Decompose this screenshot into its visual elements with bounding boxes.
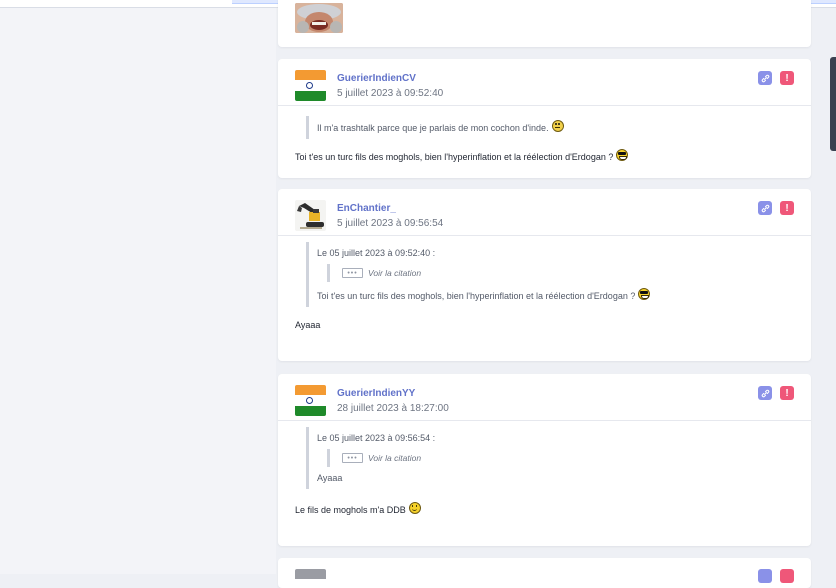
link-icon (761, 389, 769, 397)
report-button[interactable]: ! (780, 201, 794, 215)
post-card: EnChantier_ 5 juillet 2023 à 09:56:54 ! … (278, 189, 811, 361)
laughing-face-avatar-icon (295, 3, 343, 33)
avatar[interactable] (295, 385, 326, 416)
collapsed-quote[interactable]: ••• Voir la citation (327, 449, 811, 467)
report-button[interactable]: ! (780, 386, 794, 400)
happy-smiley-icon (408, 502, 421, 514)
india-flag-icon (295, 70, 326, 101)
exclamation-icon: ! (785, 72, 789, 84)
avatar[interactable] (295, 569, 326, 579)
sunglasses-smiley-icon (638, 288, 651, 300)
permalink-button[interactable] (758, 569, 772, 583)
quote-block: Le 05 juillet 2023 à 09:56:54 : ••• Voir… (306, 427, 811, 489)
post-message: Toi t'es un turc fils des moghols, bien … (295, 152, 614, 162)
voir-citation-link[interactable]: Voir la citation (368, 268, 421, 278)
avatar[interactable] (295, 3, 343, 33)
post-card: GuerierIndienYY 28 juillet 2023 à 18:27:… (278, 374, 811, 546)
avatar[interactable] (295, 200, 326, 231)
quote-text: Ayaaa (317, 473, 343, 483)
post-body: Il m'a trashtalk parce que je parlais de… (278, 106, 811, 162)
left-side-pane (0, 8, 276, 574)
link-icon (761, 204, 769, 212)
post-date[interactable]: 5 juillet 2023 à 09:52:40 (337, 88, 443, 99)
permalink-button[interactable] (758, 201, 772, 215)
quote-header: Le 05 juillet 2023 à 09:56:54 : (317, 433, 436, 443)
post-author[interactable]: GuerierIndienCV (337, 73, 416, 84)
sunglasses-smiley-icon (616, 149, 629, 161)
quote-block: Il m'a trashtalk parce que je parlais de… (306, 116, 811, 139)
voir-citation-link[interactable]: Voir la citation (368, 453, 421, 463)
scrollbar-thumb[interactable] (830, 57, 836, 151)
post-card: GuerierIndienCV 5 juillet 2023 à 09:52:4… (278, 59, 811, 178)
collapsed-quote[interactable]: ••• Voir la citation (327, 264, 811, 282)
post-card-partial-bottom (278, 558, 811, 588)
post-header: EnChantier_ 5 juillet 2023 à 09:56:54 ! (278, 189, 811, 236)
post-header: GuerierIndienCV 5 juillet 2023 à 09:52:4… (278, 59, 811, 106)
post-author[interactable]: EnChantier_ (337, 203, 396, 214)
ellipsis-icon: ••• (342, 453, 363, 463)
troll-smiley-icon (551, 120, 564, 132)
link-icon (761, 74, 769, 82)
avatar[interactable] (295, 70, 326, 101)
ellipsis-icon: ••• (342, 268, 363, 278)
report-button[interactable]: ! (780, 71, 794, 85)
post-date[interactable]: 28 juillet 2023 à 18:27:00 (337, 403, 449, 414)
india-flag-icon (295, 385, 326, 416)
post-card-partial-top (278, 0, 811, 47)
post-body: Le 05 juillet 2023 à 09:56:54 : ••• Voir… (278, 421, 811, 515)
exclamation-icon: ! (785, 387, 789, 399)
post-date[interactable]: 5 juillet 2023 à 09:56:54 (337, 218, 443, 229)
post-body: Le 05 juillet 2023 à 09:52:40 : ••• Voir… (278, 236, 811, 330)
quote-header: Le 05 juillet 2023 à 09:52:40 : (317, 248, 436, 258)
post-author[interactable]: GuerierIndienYY (337, 388, 415, 399)
post-header: GuerierIndienYY 28 juillet 2023 à 18:27:… (278, 374, 811, 421)
report-button[interactable] (780, 569, 794, 583)
quote-text: Il m'a trashtalk parce que je parlais de… (317, 123, 549, 133)
quote-text: Toi t'es un turc fils des moghols, bien … (317, 291, 636, 301)
quote-block: Le 05 juillet 2023 à 09:52:40 : ••• Voir… (306, 242, 811, 307)
excavator-icon (295, 200, 326, 231)
post-message: Le fils de moghols m'a DDB (295, 505, 406, 515)
permalink-button[interactable] (758, 386, 772, 400)
post-message: Ayaaa (295, 320, 321, 330)
permalink-button[interactable] (758, 71, 772, 85)
exclamation-icon: ! (785, 202, 789, 214)
